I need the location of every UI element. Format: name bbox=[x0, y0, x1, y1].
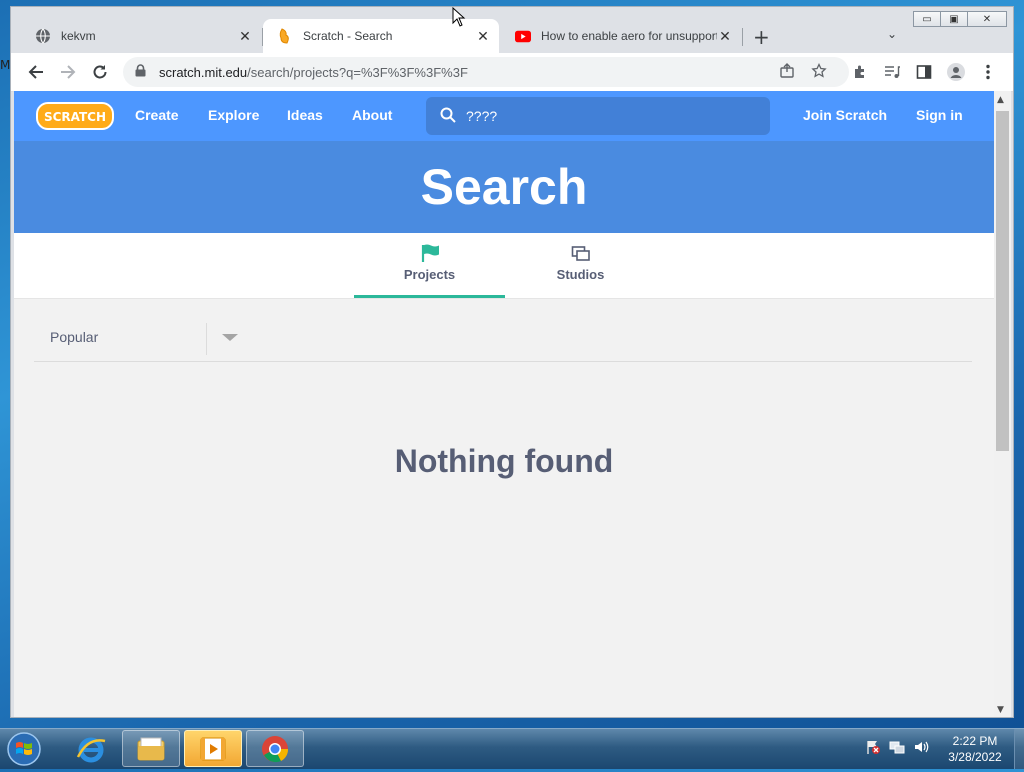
extensions-puzzle-icon[interactable] bbox=[849, 61, 871, 83]
start-button[interactable] bbox=[4, 730, 44, 768]
volume-icon[interactable] bbox=[912, 738, 930, 756]
kebab-menu-icon[interactable] bbox=[977, 61, 999, 83]
scratch-navbar: SCRATCH Create Explore Ideas About ???? … bbox=[14, 91, 994, 141]
tab-youtube[interactable]: How to enable aero for unsupported ✕ bbox=[501, 19, 741, 53]
tab-search-button[interactable]: ⌄ bbox=[887, 27, 897, 41]
share-icon[interactable] bbox=[779, 63, 795, 83]
desktop-edge-text: M bbox=[0, 58, 11, 72]
media-player-icon[interactable] bbox=[184, 730, 242, 767]
scroll-up-arrow-icon[interactable]: ▲ bbox=[997, 95, 1004, 105]
close-window-button[interactable]: ✕ bbox=[967, 11, 1007, 27]
scratch-cat-icon bbox=[277, 28, 293, 44]
nav-ideas[interactable]: Ideas bbox=[287, 107, 323, 123]
page-viewport: SCRATCH Create Explore Ideas About ???? … bbox=[14, 91, 994, 717]
globe-icon bbox=[35, 28, 51, 44]
nav-about[interactable]: About bbox=[352, 107, 392, 123]
profile-avatar-icon[interactable] bbox=[945, 61, 967, 83]
tab-strip: ▭ ▣ ✕ kekvm ✕ Scratch - Search ✕ How to … bbox=[11, 7, 1013, 53]
bookmark-star-icon[interactable] bbox=[811, 62, 827, 83]
tab-studios[interactable]: Studios bbox=[505, 233, 656, 298]
tab-title: Scratch - Search bbox=[303, 29, 393, 43]
url-path: /search/projects?q=%3F%3F%3F%3F bbox=[247, 64, 468, 80]
search-icon bbox=[440, 107, 456, 126]
close-tab-icon[interactable]: ✕ bbox=[475, 28, 491, 45]
reload-icon[interactable] bbox=[89, 61, 111, 83]
windows-taskbar: 2:22 PM 3/28/2022 bbox=[0, 728, 1024, 769]
minimize-button[interactable]: ▭ bbox=[913, 11, 941, 27]
clock-time: 2:22 PM bbox=[952, 734, 998, 748]
scroll-down-arrow-icon[interactable]: ▼ bbox=[997, 705, 1004, 715]
sort-divider bbox=[206, 323, 207, 355]
file-explorer-icon[interactable] bbox=[122, 730, 180, 767]
system-tray bbox=[864, 738, 930, 756]
join-scratch-button[interactable]: Join Scratch bbox=[803, 107, 887, 123]
tab-studios-label: Studios bbox=[556, 267, 605, 282]
empty-results-message: Nothing found bbox=[394, 443, 614, 479]
chrome-taskbar-icon[interactable] bbox=[246, 730, 304, 767]
tab-projects[interactable]: Projects bbox=[354, 233, 505, 298]
page-scrollbar[interactable]: ▲ ▼ bbox=[994, 91, 1011, 717]
page-title: Search bbox=[420, 159, 588, 215]
close-tab-icon[interactable]: ✕ bbox=[717, 28, 733, 45]
new-tab-button[interactable]: + bbox=[753, 25, 770, 49]
back-arrow-icon[interactable] bbox=[25, 61, 47, 83]
sort-dropdown[interactable]: Popular bbox=[34, 315, 972, 362]
sign-in-button[interactable]: Sign in bbox=[916, 107, 963, 123]
media-controls-icon[interactable] bbox=[881, 61, 903, 83]
tab-kekvm[interactable]: kekvm ✕ bbox=[21, 19, 261, 53]
internet-explorer-icon[interactable] bbox=[62, 730, 120, 767]
nav-create[interactable]: Create bbox=[135, 107, 179, 123]
scratch-logo[interactable]: SCRATCH bbox=[36, 102, 114, 130]
network-icon[interactable] bbox=[888, 738, 906, 756]
clock-date: 3/28/2022 bbox=[948, 750, 1002, 764]
logo-text: SCRATCH bbox=[44, 110, 106, 124]
search-input[interactable]: ???? bbox=[426, 97, 770, 135]
nav-explore[interactable]: Explore bbox=[208, 107, 259, 123]
url-host: scratch.mit.edu bbox=[159, 64, 248, 80]
system-clock[interactable]: 2:22 PM 3/28/2022 bbox=[940, 733, 1010, 765]
window-controls: ▭ ▣ ✕ bbox=[913, 11, 1007, 27]
show-desktop-button[interactable] bbox=[1014, 729, 1024, 769]
side-panel-icon[interactable] bbox=[913, 61, 935, 83]
chevron-down-icon[interactable] bbox=[222, 334, 238, 341]
tab-divider bbox=[742, 28, 743, 46]
mouse-pointer-icon bbox=[452, 7, 466, 27]
forward-arrow-icon[interactable] bbox=[57, 61, 79, 83]
youtube-icon bbox=[515, 28, 531, 44]
tab-projects-label: Projects bbox=[403, 267, 456, 282]
browser-toolbar: scratch.mit.edu/search/projects?q=%3F%3F… bbox=[11, 53, 1013, 92]
sort-selected-value: Popular bbox=[50, 329, 99, 345]
action-center-flag-icon[interactable] bbox=[864, 738, 882, 756]
lock-icon bbox=[135, 64, 149, 80]
address-bar[interactable]: scratch.mit.edu/search/projects?q=%3F%3F… bbox=[123, 57, 849, 87]
search-hero-banner: Search bbox=[14, 141, 994, 233]
tab-title: kekvm bbox=[61, 29, 96, 43]
chrome-window: ▭ ▣ ✕ kekvm ✕ Scratch - Search ✕ How to … bbox=[10, 6, 1014, 718]
maximize-button[interactable]: ▣ bbox=[940, 11, 968, 27]
studios-icon bbox=[571, 243, 591, 265]
scrollbar-thumb[interactable] bbox=[996, 111, 1009, 451]
close-tab-icon[interactable]: ✕ bbox=[237, 28, 253, 45]
tab-title: How to enable aero for unsupported bbox=[541, 29, 717, 43]
search-tabs: Projects Studios bbox=[14, 233, 994, 299]
flag-icon bbox=[420, 243, 440, 265]
search-value: ???? bbox=[466, 108, 498, 124]
